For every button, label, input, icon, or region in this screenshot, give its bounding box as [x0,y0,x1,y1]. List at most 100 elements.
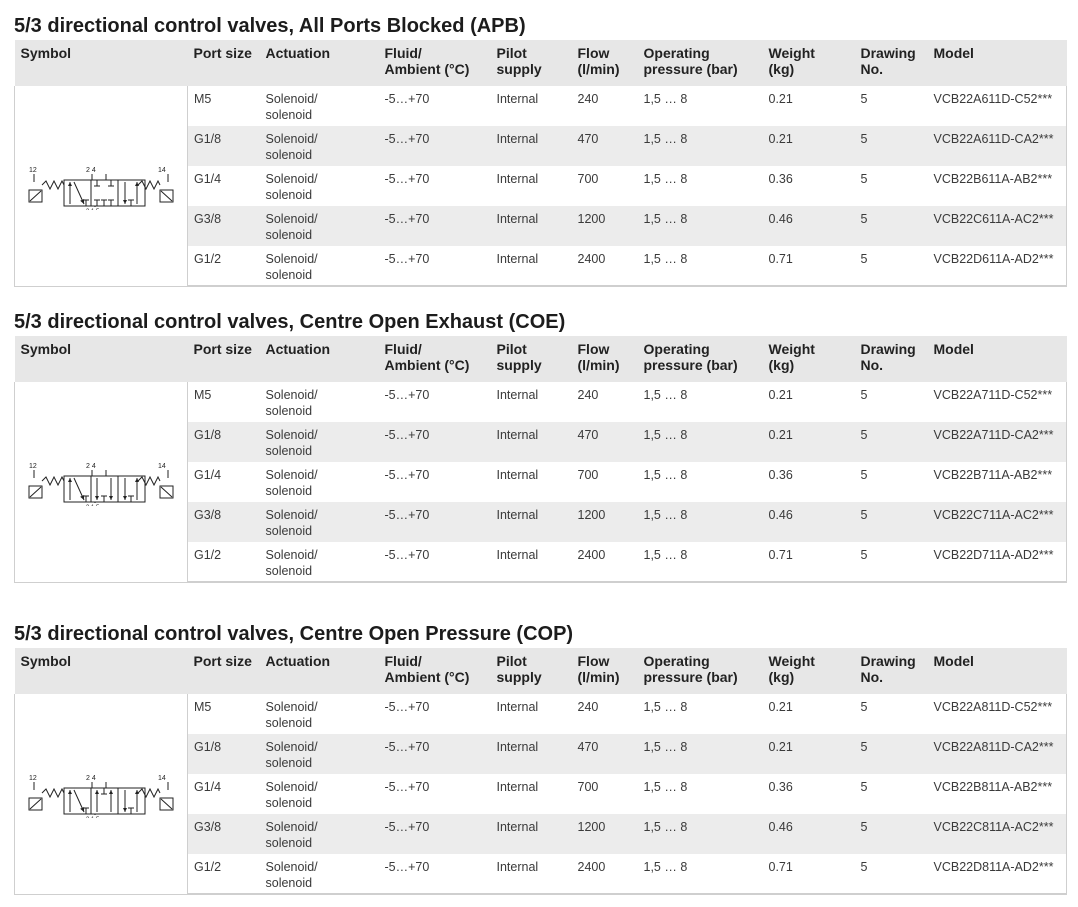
pilot-supply: Internal [490,502,572,542]
port-label-2-4: 2 4 [86,167,96,174]
port-label-14: 14 [158,463,166,470]
fluid-ambient: -5…+70 [378,462,491,502]
flow: 240 [571,382,638,422]
spring-right [137,787,161,798]
valve-envelope-0 [63,475,92,503]
valve-envelope-0 [63,787,92,815]
actuation: Solenoid/ solenoid [259,382,379,422]
pilot-supply: Internal [490,694,572,734]
drawing-no: 5 [854,382,928,422]
weight: 0.36 [762,774,855,814]
spring-right [137,475,161,486]
table-row: 12 2 4 14 3 1 5 M5 Solenoid/ solenoid -5…+7… [14,86,1067,287]
pilot-supply: Internal [490,422,572,462]
fluid-ambient: -5…+70 [378,502,491,542]
flow-arrow-l1-head [68,181,72,186]
table-header: Symbol Port size Actuation Fluid/ Ambien… [14,336,1067,382]
operating-pressure: 1,5 … 8 [637,462,763,502]
actuation: Solenoid/ solenoid [259,422,379,462]
drawing-no: 5 [854,734,928,774]
pilot-supply: Internal [490,462,572,502]
section-title: 5/3 directional control valves, Centre O… [14,311,566,333]
valve-table: Symbol Port size Actuation Fluid/ Ambien… [14,336,1067,583]
weight: 0.71 [762,542,855,583]
col-drawing-no: Drawing No. [860,45,916,77]
port-label-12: 12 [29,775,37,782]
port-label-12: 12 [29,167,37,174]
port-label-3-1-5: 3 1 5 [86,505,100,506]
col-port-size: Port size [193,45,252,61]
flow: 1200 [571,206,638,246]
model: VCB22A711D-C52*** [927,382,1067,422]
model: VCB22B711A-AB2*** [927,462,1067,502]
model: VCB22C611A-AC2*** [927,206,1067,246]
operating-pressure: 1,5 … 8 [637,814,763,854]
weight: 0.21 [762,382,855,422]
port-size: G1/4 [187,774,260,814]
centre-flow-2-head [109,789,113,794]
port-size: G1/2 [187,246,260,287]
valve-envelope-0 [63,179,92,207]
port-label-14: 14 [158,167,166,174]
section-title: 5/3 directional control valves, Centre O… [14,623,574,645]
flow: 470 [571,126,638,166]
pilot-supply: Internal [490,814,572,854]
model: VCB22C711A-AC2*** [927,502,1067,542]
valve-symbol-coe: 12 2 4 14 3 1 5 [28,463,174,506]
weight: 0.21 [762,126,855,166]
pilot-supply: Internal [490,854,572,895]
operating-pressure: 1,5 … 8 [637,422,763,462]
port-label-3-1-5: 3 1 5 [86,817,100,818]
port-label-2-4: 2 4 [86,775,96,782]
col-fluid-ambient: Fluid/ Ambient (°C) [384,341,470,373]
actuation: Solenoid/ solenoid [259,206,379,246]
section-coe: 5/3 directional control valves, Centre O… [14,308,1067,583]
actuation: Solenoid/ solenoid [259,814,379,854]
flow: 2400 [571,542,638,583]
col-weight: Weight (kg) [768,653,815,685]
drawing-no: 5 [854,814,928,854]
fluid-ambient: -5…+70 [378,814,491,854]
pilot-supply: Internal [490,166,572,206]
drawing-no: 5 [854,422,928,462]
fluid-ambient: -5…+70 [378,166,491,206]
pilot-supply: Internal [490,734,572,774]
actuation: Solenoid/ solenoid [259,542,379,583]
fluid-ambient: -5…+70 [378,774,491,814]
col-pilot-supply: Pilot supply [496,341,542,373]
port-size: G1/8 [187,126,260,166]
col-symbol: Symbol [20,341,72,357]
model: VCB22A611D-C52*** [927,86,1067,126]
centre-flow-1-head [95,789,99,794]
flow: 470 [571,734,638,774]
drawing-no: 5 [854,854,928,895]
weight: 0.71 [762,854,855,895]
operating-pressure: 1,5 … 8 [637,166,763,206]
flow: 240 [571,694,638,734]
port-size: G1/2 [187,854,260,895]
centre-flow-2-head [109,495,113,500]
operating-pressure: 1,5 … 8 [637,854,763,895]
drawing-no: 5 [854,246,928,287]
col-model: Model [933,341,974,357]
spring-left [41,179,65,190]
operating-pressure: 1,5 … 8 [637,542,763,583]
actuation: Solenoid/ solenoid [259,126,379,166]
port-size: M5 [187,694,260,734]
table-header: Symbol Port size Actuation Fluid/ Ambien… [14,648,1067,694]
weight: 0.21 [762,694,855,734]
actuation: Solenoid/ solenoid [259,246,379,287]
weight: 0.46 [762,502,855,542]
drawing-no: 5 [854,542,928,583]
table-header: Symbol Port size Actuation Fluid/ Ambien… [14,40,1067,86]
col-operating-pressure: Operating pressure (bar) [643,653,738,685]
flow: 700 [571,166,638,206]
col-port-size: Port size [193,653,252,669]
operating-pressure: 1,5 … 8 [637,86,763,126]
flow: 700 [571,462,638,502]
pilot-supply: Internal [490,246,572,287]
table-row: 12 2 4 14 3 1 5 M5 Solenoid/ solenoid -5…+7… [14,382,1067,583]
flow: 700 [571,774,638,814]
model: VCB22A811D-CA2*** [927,734,1067,774]
port-label-2-4: 2 4 [86,463,96,470]
